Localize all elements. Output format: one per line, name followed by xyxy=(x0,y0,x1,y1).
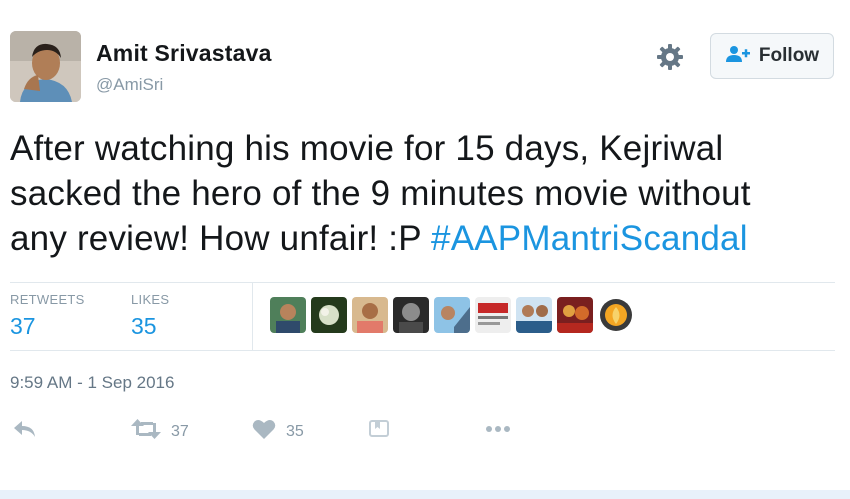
follow-user-icon xyxy=(725,45,751,68)
tweet-text-line: After watching his movie for 15 days, Ke… xyxy=(10,129,724,168)
retweets-label[interactable]: RETWEETS xyxy=(10,292,85,307)
liker-avatar[interactable] xyxy=(393,297,429,333)
liker-avatar[interactable] xyxy=(516,297,552,333)
stats-divider xyxy=(252,282,253,350)
follow-button[interactable]: Follow xyxy=(710,33,834,79)
likes-count[interactable]: 35 xyxy=(131,313,157,340)
tweet-card: Amit Srivastava @AmiSri Follow After wat… xyxy=(0,0,850,490)
tweet-timestamp[interactable]: 9:59 AM - 1 Sep 2016 xyxy=(10,373,174,393)
reply-button[interactable] xyxy=(12,418,38,445)
more-icon xyxy=(484,418,514,445)
liker-avatars xyxy=(270,297,634,333)
retweet-count: 37 xyxy=(171,422,189,440)
hashtag-link[interactable]: #AAPMantriScandal xyxy=(431,219,748,258)
add-to-moment-icon xyxy=(369,418,389,443)
tweet-text-segment: any review! How unfair! :P xyxy=(10,219,432,258)
liker-avatar[interactable] xyxy=(598,297,634,333)
liker-avatar[interactable] xyxy=(270,297,306,333)
liker-avatar[interactable] xyxy=(475,297,511,333)
gear-icon[interactable] xyxy=(655,42,685,72)
like-button[interactable]: 35 xyxy=(252,418,304,445)
liker-avatar[interactable] xyxy=(311,297,347,333)
display-name[interactable]: Amit Srivastava xyxy=(96,40,272,67)
tweet-text: After watching his movie for 15 days, Ke… xyxy=(10,126,840,261)
footer-strip xyxy=(0,490,850,499)
tweet-text-line: any review! How unfair! :P #AAPMantriSca… xyxy=(10,216,840,261)
divider xyxy=(10,350,835,351)
heart-icon xyxy=(252,418,276,445)
liker-avatar[interactable] xyxy=(557,297,593,333)
tweet-text-line: sacked the hero of the 9 minutes movie w… xyxy=(10,174,751,213)
liker-avatar[interactable] xyxy=(352,297,388,333)
retweet-icon xyxy=(131,418,161,445)
follow-button-label: Follow xyxy=(758,45,820,66)
more-button[interactable] xyxy=(484,418,514,445)
liker-avatar[interactable] xyxy=(434,297,470,333)
add-to-moment-button[interactable] xyxy=(369,418,389,443)
retweets-count[interactable]: 37 xyxy=(10,313,36,340)
retweet-button[interactable]: 37 xyxy=(131,418,189,445)
avatar[interactable] xyxy=(10,31,81,102)
divider xyxy=(10,282,835,283)
reply-icon xyxy=(12,418,38,445)
likes-label[interactable]: LIKES xyxy=(131,292,169,307)
like-count: 35 xyxy=(286,422,304,440)
user-handle[interactable]: @AmiSri xyxy=(96,75,163,95)
